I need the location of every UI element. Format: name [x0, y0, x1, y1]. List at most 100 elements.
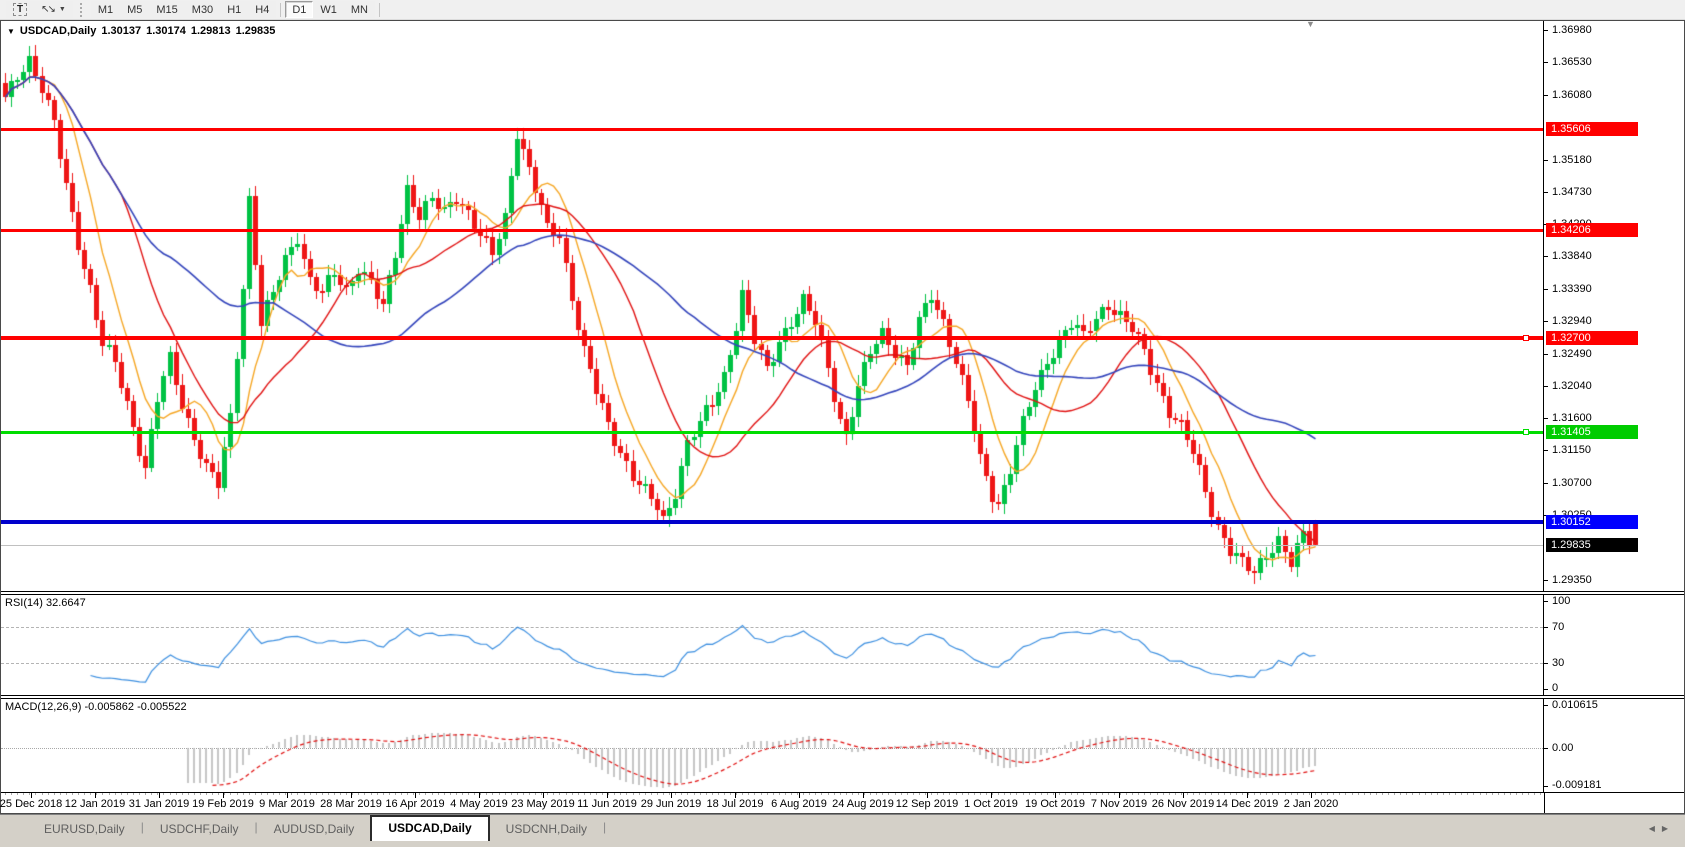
axis-border-line: [1544, 793, 1545, 813]
level-line-1.30152[interactable]: [1, 520, 1543, 524]
date-minor-tick: [285, 793, 286, 795]
price-tick-label: 1.32040: [1552, 380, 1592, 392]
tab-usdcnh[interactable]: USDCNH,Daily: [490, 818, 603, 841]
date-minor-tick: [718, 793, 719, 795]
date-minor-tick: [1510, 793, 1511, 795]
timeframe-buttons: M1M5M15M30H1H4 D1W1MN: [91, 1, 384, 18]
rsi-tick-label: 70: [1552, 621, 1564, 633]
macd-axis[interactable]: 0.0106150.00-0.009181: [1544, 699, 1684, 792]
date-minor-tick: [626, 793, 627, 795]
tab-audusd[interactable]: AUDUSD,Daily: [258, 818, 371, 841]
price-tick-label: 1.31150: [1552, 444, 1591, 456]
level-line-1.34206[interactable]: [1, 229, 1543, 232]
level-line-handle[interactable]: [1523, 429, 1529, 435]
date-minor-tick: [1236, 793, 1237, 795]
level-line-1.31405[interactable]: [1, 431, 1543, 434]
tab-eurusd[interactable]: EURUSD,Daily: [28, 818, 141, 841]
level-line-handle[interactable]: [1523, 335, 1529, 341]
date-minor-tick: [1437, 793, 1438, 795]
date-minor-tick: [1010, 793, 1011, 795]
symbol-dropdown-icon[interactable]: ▼: [7, 27, 15, 36]
timeframe-w1[interactable]: W1: [313, 1, 344, 18]
price-chart-canvas[interactable]: [1, 21, 1544, 591]
date-minor-tick: [444, 793, 445, 795]
date-minor-tick: [35, 793, 36, 795]
rsi-tick-mark: [1544, 601, 1548, 602]
timeframe-m1[interactable]: M1: [91, 1, 120, 18]
chart-window: ▼ USDCAD,Daily 1.30137 1.30174 1.29813 1…: [0, 20, 1685, 814]
date-minor-tick: [1211, 793, 1212, 795]
date-minor-tick: [541, 793, 542, 795]
date-minor-tick: [401, 793, 402, 795]
date-minor-tick: [407, 793, 408, 795]
timeframe-m15[interactable]: M15: [149, 1, 184, 18]
macd-plot[interactable]: MACD(12,26,9) -0.005862 -0.005522: [1, 699, 1544, 792]
date-minor-tick: [200, 793, 201, 795]
macd-canvas[interactable]: [1, 699, 1544, 792]
date-minor-tick: [1083, 793, 1084, 795]
date-minor-tick: [1412, 793, 1413, 795]
date-minor-tick: [188, 793, 189, 795]
rsi-axis[interactable]: 10070300: [1544, 595, 1684, 695]
price-chart-plot[interactable]: ▼ USDCAD,Daily 1.30137 1.30174 1.29813 1…: [1, 21, 1544, 591]
timeframe-h4[interactable]: H4: [248, 1, 276, 18]
date-label: 28 Mar 2019: [320, 798, 382, 810]
tab-usdcad[interactable]: USDCAD,Daily: [370, 815, 489, 841]
rsi-canvas[interactable]: [1, 595, 1544, 695]
date-minor-tick: [681, 793, 682, 795]
date-minor-tick: [675, 793, 676, 795]
date-minor-tick: [54, 793, 55, 795]
rsi-plot[interactable]: RSI(14) 32.6647: [1, 595, 1544, 695]
price-tick-label: 1.29350: [1552, 574, 1592, 586]
date-minor-tick: [840, 793, 841, 795]
date-minor-tick: [931, 793, 932, 795]
date-minor-tick: [480, 793, 481, 795]
date-minor-tick: [809, 793, 810, 795]
level-line-1.35606[interactable]: [1, 128, 1543, 131]
date-minor-tick: [243, 793, 244, 795]
date-minor-tick: [639, 793, 640, 795]
tab-scroll-left-icon[interactable]: ◀: [1649, 824, 1662, 833]
date-minor-tick: [1242, 793, 1243, 795]
date-minor-tick: [517, 793, 518, 795]
date-minor-tick: [1065, 793, 1066, 795]
timeframe-h1[interactable]: H1: [220, 1, 248, 18]
date-minor-tick: [992, 793, 993, 795]
date-minor-tick: [761, 793, 762, 795]
date-minor-tick: [669, 793, 670, 795]
timeframe-m5[interactable]: M5: [120, 1, 149, 18]
price-tick-mark: [1544, 321, 1548, 322]
date-minor-tick: [1315, 793, 1316, 795]
status-strip: [0, 841, 1685, 847]
chart-ohlc-header: ▼ USDCAD,Daily 1.30137 1.30174 1.29813 1…: [7, 25, 280, 37]
price-tick-mark: [1544, 483, 1548, 484]
date-minor-tick: [645, 793, 646, 795]
date-label: 16 Apr 2019: [385, 798, 444, 810]
date-minor-tick: [1388, 793, 1389, 795]
timeframe-d1[interactable]: D1: [285, 1, 313, 18]
tab-scroll-right-icon[interactable]: ▶: [1662, 824, 1675, 833]
timeframe-m30[interactable]: M30: [185, 1, 220, 18]
date-minor-tick: [1047, 793, 1048, 795]
date-minor-tick: [1486, 793, 1487, 795]
arrows-tool-button[interactable]: ↖↘ ▼: [34, 1, 73, 18]
level-line-1.29835[interactable]: [1, 545, 1543, 546]
date-label: 2 Jan 2020: [1284, 798, 1338, 810]
tab-usdchf[interactable]: USDCHF,Daily: [144, 818, 255, 841]
timeframe-mn[interactable]: MN: [344, 1, 375, 18]
date-minor-tick: [17, 793, 18, 795]
level-line-1.32700[interactable]: [1, 336, 1543, 340]
price-tick-label: 1.31600: [1552, 412, 1592, 424]
date-minor-tick: [194, 793, 195, 795]
date-minor-tick: [1455, 793, 1456, 795]
date-minor-tick: [1303, 793, 1304, 795]
chart-shift-marker[interactable]: ▼: [1306, 21, 1315, 29]
date-minor-tick: [1205, 793, 1206, 795]
date-minor-tick: [608, 793, 609, 795]
date-minor-tick: [139, 793, 140, 795]
date-axis[interactable]: 25 Dec 201812 Jan 201931 Jan 201919 Feb …: [1, 792, 1684, 813]
price-axis[interactable]: 1.369801.365301.360801.351801.347301.342…: [1544, 21, 1684, 591]
date-minor-tick: [279, 793, 280, 795]
text-tool-button[interactable]: T: [6, 1, 34, 18]
price-tick-mark: [1544, 95, 1548, 96]
